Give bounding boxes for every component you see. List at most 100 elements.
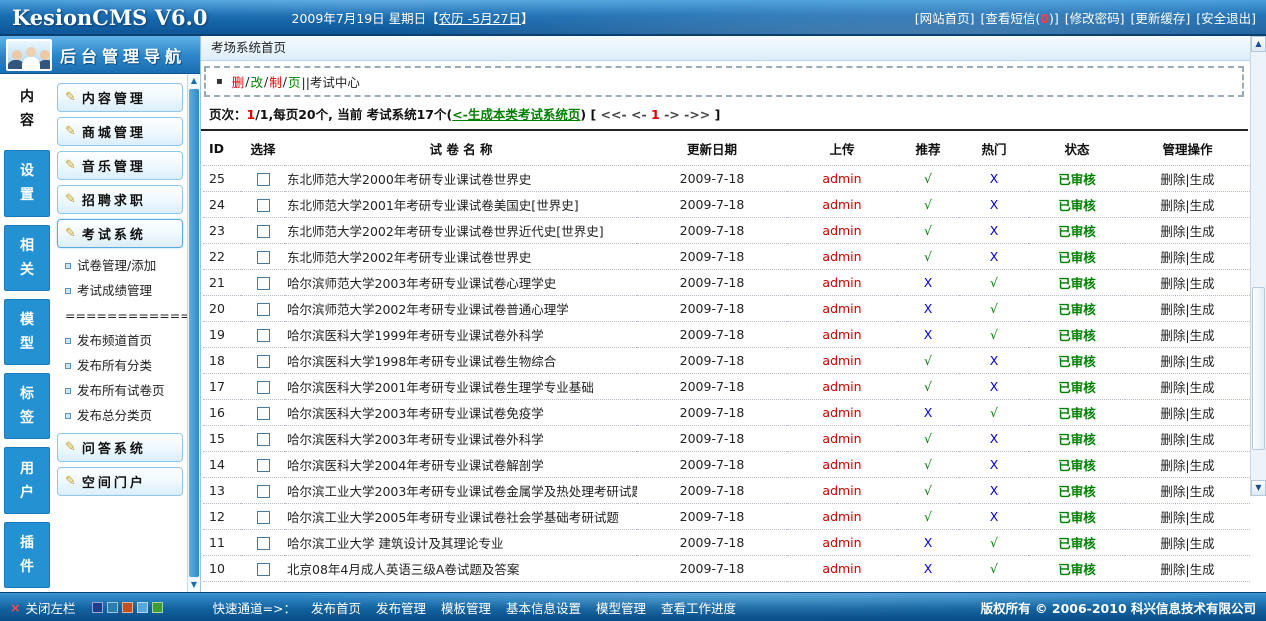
- row-operations[interactable]: 删除|生成: [1160, 328, 1214, 343]
- row-checkbox[interactable]: [257, 381, 270, 394]
- row-title[interactable]: 北京08年4月成人英语三级A卷试题及答案: [285, 556, 637, 582]
- sidebar-tab[interactable]: 插件: [4, 522, 50, 588]
- row-checkbox[interactable]: [257, 511, 270, 524]
- menu-button[interactable]: ✎内容管理: [57, 83, 183, 112]
- row-checkbox[interactable]: [257, 407, 270, 420]
- row-checkbox[interactable]: [257, 199, 270, 212]
- row-operations[interactable]: 删除|生成: [1160, 536, 1214, 551]
- page-last-link[interactable]: ->>: [684, 107, 710, 122]
- content-scrollbar-thumb[interactable]: [1252, 287, 1265, 450]
- page-prev-link[interactable]: <-: [631, 107, 647, 122]
- menu-button[interactable]: ✎音乐管理: [57, 151, 183, 180]
- menu-button[interactable]: ✎商城管理: [57, 117, 183, 146]
- sidebar-tab[interactable]: 相关: [4, 225, 50, 291]
- quick-link[interactable]: 基本信息设置: [506, 598, 581, 617]
- row-title[interactable]: 哈尔滨师范大学2003年考研专业课试卷心理学史: [285, 270, 637, 296]
- row-operations[interactable]: 删除|生成: [1160, 250, 1214, 265]
- row-operations[interactable]: 删除|生成: [1160, 276, 1214, 291]
- menu-button[interactable]: ✎问答系统: [57, 433, 183, 462]
- menu-button[interactable]: ✎招聘求职: [57, 185, 183, 214]
- action-edit[interactable]: 改: [251, 72, 264, 91]
- row-title[interactable]: 哈尔滨医科大学1999年考研专业课试卷外科学: [285, 322, 637, 348]
- link-logout[interactable]: [安全退出]: [1196, 8, 1256, 27]
- page-first-link[interactable]: <<-: [601, 107, 627, 122]
- row-checkbox[interactable]: [257, 225, 270, 238]
- row-title[interactable]: 东北师范大学2002年考研专业课试卷世界史: [285, 244, 637, 270]
- row-checkbox[interactable]: [257, 251, 270, 264]
- theme-color-swatch[interactable]: [92, 602, 103, 613]
- row-operations[interactable]: 删除|生成: [1160, 380, 1214, 395]
- row-operations[interactable]: 删除|生成: [1160, 302, 1214, 317]
- quick-link[interactable]: 模型管理: [596, 598, 646, 617]
- action-page[interactable]: 页: [288, 72, 301, 91]
- content-scrollbar-track[interactable]: [1251, 52, 1266, 480]
- sidebar-sub-item[interactable]: 发布总分类页: [56, 403, 184, 428]
- row-title[interactable]: 哈尔滨医科大学2004年考研专业课试卷解剖学: [285, 452, 637, 478]
- row-operations[interactable]: 删除|生成: [1160, 562, 1214, 577]
- row-title[interactable]: 哈尔滨师范大学2002年考研专业课试卷普通心理学: [285, 296, 637, 322]
- link-refresh-cache[interactable]: [更新缓存]: [1130, 8, 1190, 27]
- row-checkbox[interactable]: [257, 329, 270, 342]
- theme-color-swatch[interactable]: [152, 602, 163, 613]
- menu-button[interactable]: ✎考试系统: [57, 219, 183, 248]
- theme-color-swatch[interactable]: [122, 602, 133, 613]
- sidebar-sub-item[interactable]: 试卷管理/添加: [56, 253, 184, 278]
- menu-button[interactable]: ✎空间门户: [57, 467, 183, 496]
- row-title[interactable]: 哈尔滨医科大学2003年考研专业课试卷免疫学: [285, 400, 637, 426]
- sidebar-tab[interactable]: 内容: [4, 76, 50, 142]
- sidebar-sub-item[interactable]: 发布所有分类: [56, 353, 184, 378]
- scroll-down-icon[interactable]: ▼: [188, 578, 200, 592]
- sidebar-scrollbar-thumb[interactable]: [189, 89, 199, 577]
- row-operations[interactable]: 删除|生成: [1160, 172, 1214, 187]
- row-checkbox[interactable]: [257, 459, 270, 472]
- row-title[interactable]: 东北师范大学2000年考研专业课试卷世界史: [285, 166, 637, 192]
- sidebar-tab[interactable]: 用户: [4, 447, 50, 513]
- row-checkbox[interactable]: [257, 355, 270, 368]
- row-operations[interactable]: 删除|生成: [1160, 432, 1214, 447]
- action-delete[interactable]: 删: [232, 72, 245, 91]
- row-checkbox[interactable]: [257, 277, 270, 290]
- row-title[interactable]: 哈尔滨工业大学2003年考研专业课试卷金属学及热处理考研试题: [285, 478, 637, 504]
- row-operations[interactable]: 删除|生成: [1160, 198, 1214, 213]
- sidebar-sub-item[interactable]: 考试成绩管理: [56, 278, 184, 303]
- row-checkbox[interactable]: [257, 303, 270, 316]
- row-title[interactable]: 哈尔滨工业大学 建筑设计及其理论专业: [285, 530, 637, 556]
- close-left-panel-link[interactable]: 关闭左栏: [25, 598, 75, 617]
- sidebar-tab[interactable]: 标签: [4, 373, 50, 439]
- row-checkbox[interactable]: [257, 433, 270, 446]
- row-title[interactable]: 哈尔滨医科大学1998年考研专业课试卷生物综合: [285, 348, 637, 374]
- quick-link[interactable]: 发布管理: [376, 598, 426, 617]
- row-operations[interactable]: 删除|生成: [1160, 484, 1214, 499]
- sidebar-sub-item[interactable]: ==================: [56, 303, 184, 328]
- link-view-sms[interactable]: [查看短信(0)]: [980, 8, 1058, 27]
- scroll-down-icon[interactable]: ▼: [1251, 480, 1266, 496]
- sidebar-sub-item[interactable]: 发布频道首页: [56, 328, 184, 353]
- link-site-home[interactable]: [网站首页]: [915, 8, 975, 27]
- row-title[interactable]: 哈尔滨医科大学2001年考研专业课试卷生理学专业基础: [285, 374, 637, 400]
- quick-link[interactable]: 模板管理: [441, 598, 491, 617]
- theme-color-swatch[interactable]: [107, 602, 118, 613]
- generate-pages-link[interactable]: <-生成本类考试系统页: [452, 107, 580, 122]
- row-operations[interactable]: 删除|生成: [1160, 510, 1214, 525]
- row-checkbox[interactable]: [257, 537, 270, 550]
- row-operations[interactable]: 删除|生成: [1160, 458, 1214, 473]
- row-checkbox[interactable]: [257, 173, 270, 186]
- lunar-date-link[interactable]: 农历 -5月27日: [439, 11, 521, 26]
- sidebar-tab[interactable]: 设置: [4, 150, 50, 216]
- quick-link[interactable]: 发布首页: [311, 598, 361, 617]
- row-checkbox[interactable]: [257, 485, 270, 498]
- row-operations[interactable]: 删除|生成: [1160, 354, 1214, 369]
- quick-link[interactable]: 查看工作进度: [661, 598, 736, 617]
- row-title[interactable]: 哈尔滨工业大学2005年考研专业课试卷社会学基础考研试题: [285, 504, 637, 530]
- row-title[interactable]: 东北师范大学2001年考研专业课试卷美国史[世界史]: [285, 192, 637, 218]
- link-change-password[interactable]: [修改密码]: [1065, 8, 1125, 27]
- row-operations[interactable]: 删除|生成: [1160, 224, 1214, 239]
- row-operations[interactable]: 删除|生成: [1160, 406, 1214, 421]
- action-make[interactable]: 制: [269, 72, 282, 91]
- page-next-link[interactable]: ->: [664, 107, 680, 122]
- row-title[interactable]: 东北师范大学2002年考研专业课试卷世界近代史[世界史]: [285, 218, 637, 244]
- row-checkbox[interactable]: [257, 563, 270, 576]
- sidebar-sub-item[interactable]: 发布所有试卷页: [56, 378, 184, 403]
- theme-color-swatch[interactable]: [137, 602, 148, 613]
- scroll-up-icon[interactable]: ▲: [188, 74, 200, 88]
